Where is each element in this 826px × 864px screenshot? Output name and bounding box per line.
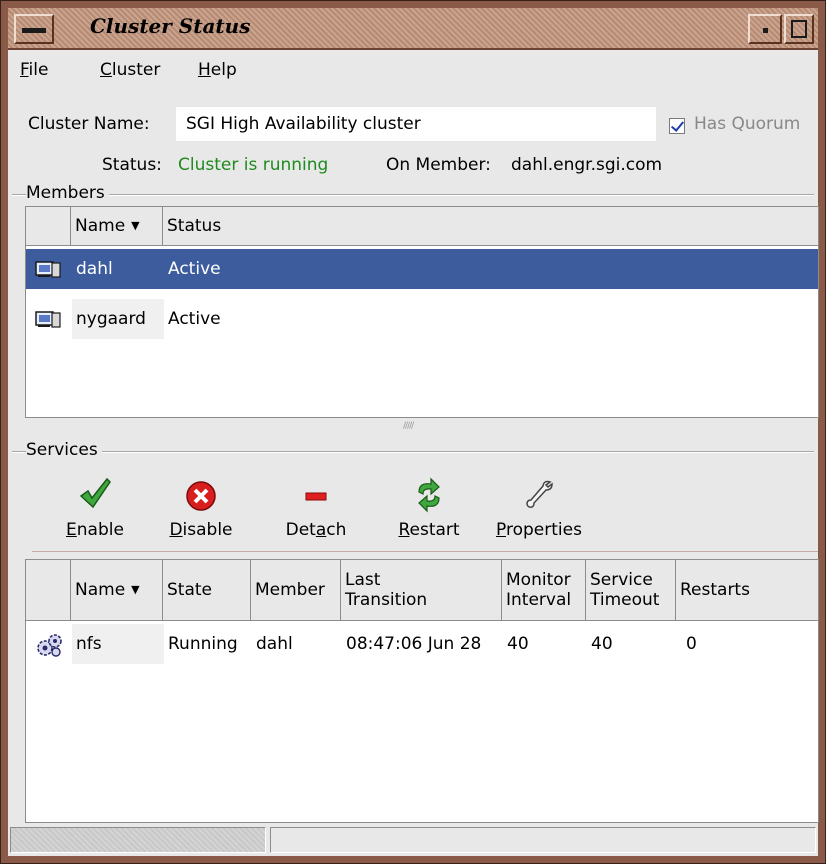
menu-file[interactable]: File (20, 60, 48, 80)
status-label: Status: (102, 155, 162, 175)
member-status: Active (168, 309, 221, 329)
members-header-status[interactable]: Status (163, 207, 818, 245)
services-header-state-label: State (167, 580, 212, 600)
maximize-button[interactable] (784, 14, 814, 44)
services-header-last-label: Last (345, 570, 381, 590)
service-state: Running (168, 634, 238, 654)
has-quorum-checkbox[interactable] (669, 118, 685, 134)
services-header-member-label: Member (255, 580, 325, 600)
table-row[interactable]: nfs Running dahl 08:47:06 Jun 28 40 40 0 (26, 624, 818, 664)
computer-icon (34, 299, 64, 339)
members-frame-title: Members (26, 183, 109, 203)
toolbar-divider (32, 551, 818, 552)
services-frame (12, 451, 814, 453)
services-header-last-transition[interactable]: Last Transition (341, 560, 502, 620)
member-name: nygaard (72, 299, 164, 339)
members-table-header: Name ▼ Status (26, 207, 818, 246)
status-value: Cluster is running (178, 155, 329, 175)
cluster-status-window: Cluster Status File Cluster Help Cluster… (0, 0, 826, 864)
restart-button[interactable]: Restart (384, 472, 474, 540)
wrench-icon (494, 472, 584, 516)
services-table-header: Name ▼ State Member Last Transition Monito… (26, 560, 818, 621)
enable-button[interactable]: Enable (50, 472, 140, 540)
member-status: Active (168, 259, 221, 279)
window-menu-button[interactable] (14, 14, 54, 44)
sort-desc-icon: ▼ (131, 583, 140, 596)
services-header-state[interactable]: State (163, 560, 251, 620)
cluster-name-label: Cluster Name: (28, 114, 150, 134)
minus-icon (271, 472, 361, 516)
service-restarts: 0 (686, 634, 697, 654)
computer-icon (34, 249, 64, 289)
members-frame (12, 194, 814, 196)
gears-icon (36, 624, 66, 664)
services-header-name-label: Name (75, 580, 126, 600)
pane-splitter-handle[interactable]: ///// (403, 421, 443, 431)
properties-label: Properties (496, 520, 582, 540)
services-header-interval-label: Interval (506, 590, 572, 610)
disable-button[interactable]: Disable (156, 472, 246, 540)
services-table: Name ▼ State Member Last Transition Monito… (25, 559, 819, 823)
sort-desc-icon: ▼ (131, 219, 140, 232)
restart-icon (384, 472, 474, 516)
has-quorum-label: Has Quorum (694, 114, 801, 134)
members-header-name-label: Name (75, 216, 126, 236)
minimize-button[interactable] (748, 14, 782, 44)
members-header-name[interactable]: Name ▼ (71, 207, 163, 245)
detach-button[interactable]: Detach (271, 472, 361, 540)
members-table: Name ▼ Status dahl Active nygaard Active (25, 206, 819, 418)
check-icon (50, 472, 140, 516)
table-row[interactable]: nygaard Active (26, 299, 818, 339)
service-name: nfs (72, 624, 164, 664)
services-frame-title: Services (26, 440, 102, 460)
detach-label: Detach (285, 520, 347, 540)
properties-button[interactable]: Properties (494, 472, 584, 540)
window-title: Cluster Status (90, 14, 251, 38)
status-bar (8, 823, 818, 857)
services-header-member[interactable]: Member (251, 560, 341, 620)
services-header-timeout-label: Timeout (590, 590, 660, 610)
services-header-transition-label: Transition (345, 590, 428, 610)
service-monitor-interval: 40 (507, 634, 529, 654)
services-header-service-label: Service (590, 570, 653, 590)
menu-bar: File Cluster Help (8, 50, 818, 86)
services-header-monitor-label: Monitor (506, 570, 571, 590)
restart-label: Restart (398, 520, 460, 540)
table-row[interactable]: dahl Active (26, 249, 818, 289)
services-header-restarts-label: Restarts (680, 580, 750, 600)
menu-help[interactable]: Help (198, 60, 237, 80)
members-header-icon-column (26, 207, 71, 245)
services-header-monitor-interval[interactable]: Monitor Interval (502, 560, 586, 620)
status-message-area (270, 827, 816, 853)
services-header-name[interactable]: Name ▼ (71, 560, 163, 620)
members-header-status-label: Status (167, 216, 222, 236)
cluster-name-field[interactable]: SGI High Availability cluster (176, 107, 656, 141)
service-member: dahl (256, 634, 293, 654)
menu-cluster[interactable]: Cluster (100, 60, 160, 80)
services-header-restarts[interactable]: Restarts (676, 560, 818, 620)
disable-label: Disable (169, 520, 233, 540)
enable-label: Enable (66, 520, 124, 540)
on-member-label: On Member: (386, 155, 491, 175)
progress-area (10, 827, 266, 853)
title-bar[interactable]: Cluster Status (8, 8, 818, 50)
stop-icon (156, 472, 246, 516)
member-name: dahl (76, 259, 113, 279)
service-timeout: 40 (591, 634, 613, 654)
services-header-icon-column (26, 560, 71, 620)
service-last-transition: 08:47:06 Jun 28 (346, 634, 482, 654)
on-member-value: dahl.engr.sgi.com (511, 155, 663, 175)
services-header-service-timeout[interactable]: Service Timeout (586, 560, 676, 620)
